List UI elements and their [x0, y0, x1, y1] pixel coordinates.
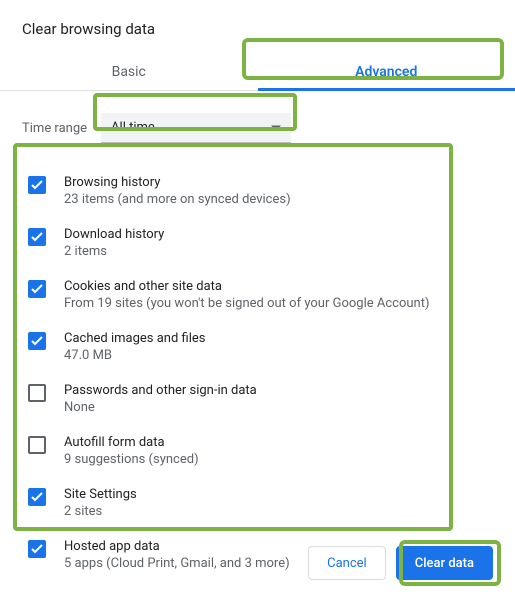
checkbox[interactable]	[28, 228, 46, 246]
tab-advanced[interactable]: Advanced	[258, 52, 515, 90]
dialog-title: Clear browsing data	[22, 20, 493, 38]
time-range-select[interactable]: All time	[101, 113, 291, 143]
data-type-subtitle: From 19 sites (you won't be signed out o…	[64, 296, 429, 311]
data-type-title: Cached images and files	[64, 331, 205, 346]
data-type-title: Passwords and other sign-in data	[64, 383, 257, 398]
clear-data-button[interactable]: Clear data	[396, 546, 493, 580]
tab-bar: Basic Advanced	[0, 52, 515, 91]
data-type-row: Cookies and other site data From 19 sites…	[24, 269, 491, 321]
data-type-title: Download history	[64, 227, 164, 242]
data-type-subtitle: 47.0 MB	[64, 348, 205, 363]
data-type-subtitle: 9 suggestions (synced)	[64, 452, 199, 467]
data-type-subtitle: 2 sites	[64, 504, 137, 519]
checkbox[interactable]	[28, 488, 46, 506]
data-type-text: Browsing history 23 items (and more on sy…	[64, 175, 291, 207]
dialog-footer: Cancel Clear data	[308, 546, 493, 580]
time-range-row: Time range All time	[22, 113, 493, 143]
checkbox[interactable]	[28, 280, 46, 298]
checkbox[interactable]	[28, 332, 46, 350]
data-type-title: Autofill form data	[64, 435, 199, 450]
data-type-subtitle: None	[64, 400, 257, 415]
data-type-subtitle: 2 items	[64, 244, 164, 259]
data-type-text: Autofill form data 9 suggestions (synced)	[64, 435, 199, 467]
data-type-title: Site Settings	[64, 487, 137, 502]
checkbox[interactable]	[28, 384, 46, 402]
chevron-down-icon	[271, 121, 281, 136]
data-type-text: Cookies and other site data From 19 sites…	[64, 279, 429, 311]
data-type-subtitle: 5 apps (Cloud Print, Gmail, and 3 more)	[64, 556, 290, 571]
data-type-text: Passwords and other sign-in data None	[64, 383, 257, 415]
tab-basic[interactable]: Basic	[0, 52, 258, 90]
data-type-title: Cookies and other site data	[64, 279, 429, 294]
data-type-row: Site Settings 2 sites	[24, 477, 491, 529]
time-range-label: Time range	[22, 121, 87, 136]
data-type-text: Cached images and files 47.0 MB	[64, 331, 205, 363]
data-type-text: Site Settings 2 sites	[64, 487, 137, 519]
data-type-row: Cached images and files 47.0 MB	[24, 321, 491, 373]
data-type-row: Autofill form data 9 suggestions (synced)	[24, 425, 491, 477]
data-type-text: Download history 2 items	[64, 227, 164, 259]
data-type-subtitle: 23 items (and more on synced devices)	[64, 192, 291, 207]
checkbox[interactable]	[28, 436, 46, 454]
checkbox[interactable]	[28, 540, 46, 558]
checkbox[interactable]	[28, 176, 46, 194]
data-type-title: Hosted app data	[64, 539, 290, 554]
data-type-title: Browsing history	[64, 175, 291, 190]
data-type-list: Browsing history 23 items (and more on sy…	[22, 161, 493, 587]
data-type-text: Hosted app data 5 apps (Cloud Print, Gmai…	[64, 539, 290, 571]
data-type-row: Passwords and other sign-in data None	[24, 373, 491, 425]
cancel-button[interactable]: Cancel	[308, 546, 386, 580]
data-type-row: Browsing history 23 items (and more on sy…	[24, 165, 491, 217]
data-type-row: Download history 2 items	[24, 217, 491, 269]
time-range-value: All time	[111, 120, 155, 135]
